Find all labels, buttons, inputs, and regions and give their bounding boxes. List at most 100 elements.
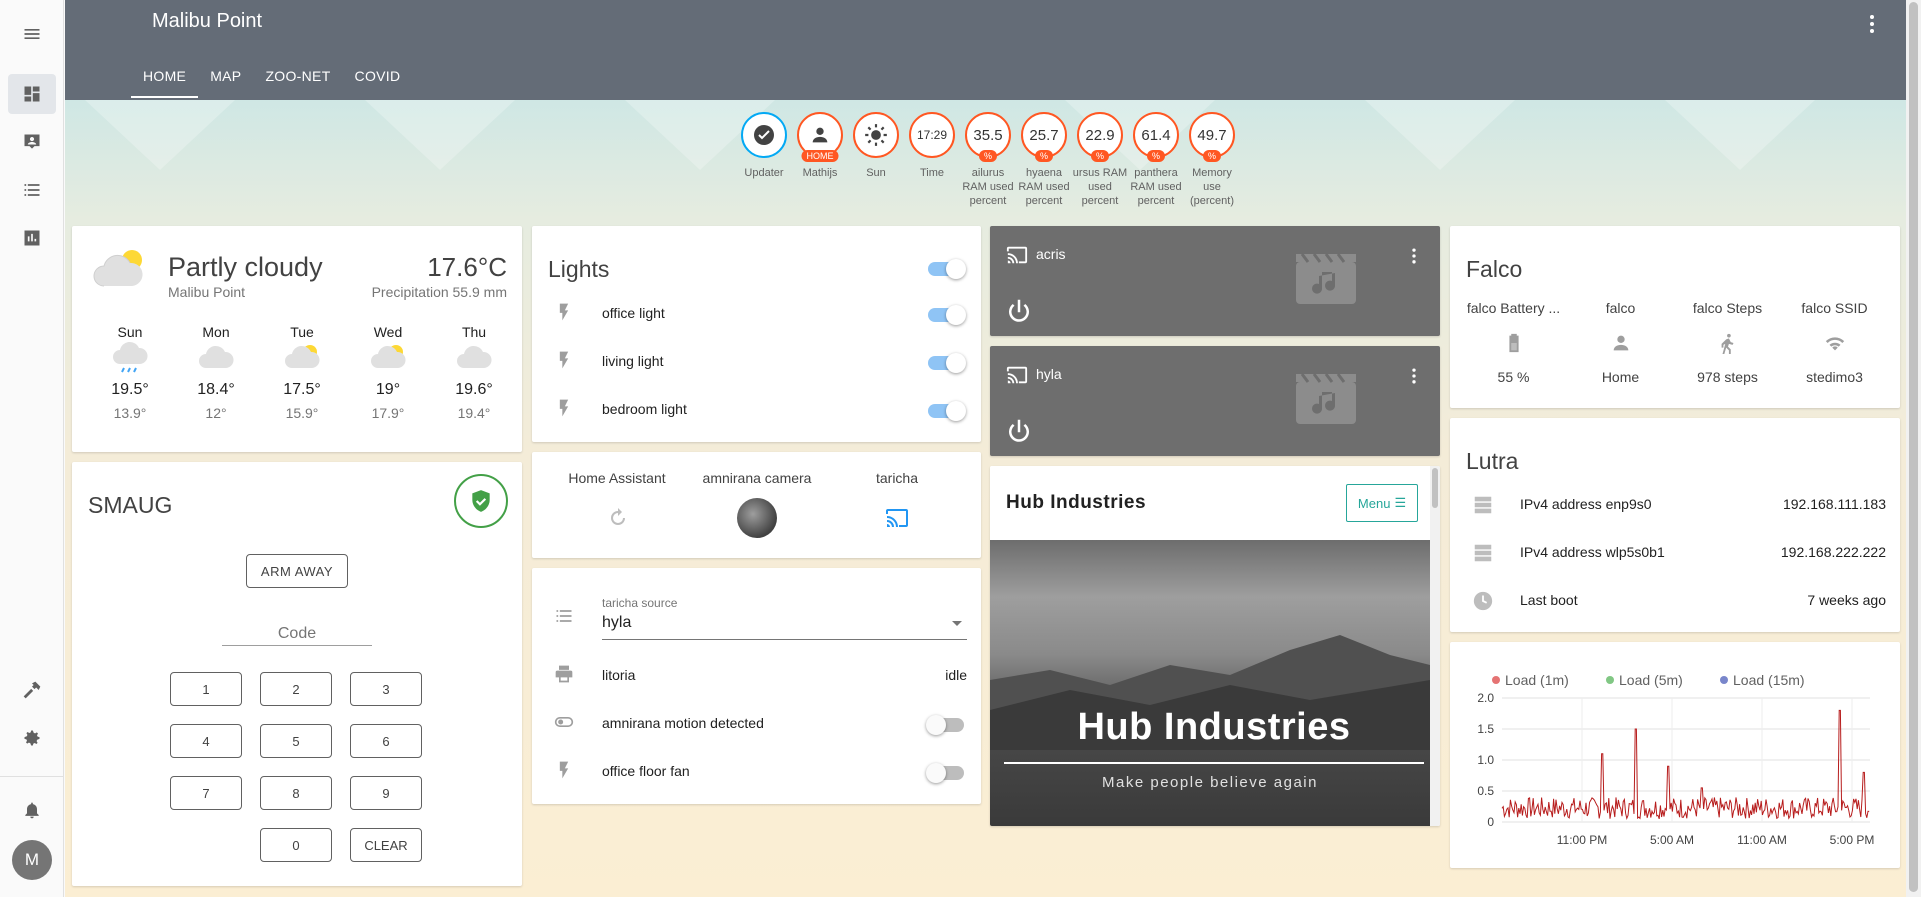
hammer-icon[interactable] [8,670,56,710]
glance-value: 978 steps [1697,369,1758,385]
badge-time[interactable]: 17:29 Time [904,112,960,208]
chart-legend[interactable]: Load (1m) Load (5m) Load (15m) [1492,672,1805,688]
badge-ailurus-ram[interactable]: 35.5% ailurus RAM used percent [960,112,1016,208]
keypad-5-button[interactable]: 5 [260,724,332,758]
camera-avatar[interactable] [737,498,777,538]
source-select[interactable]: hyla [602,612,967,640]
power-icon[interactable] [1004,296,1034,326]
page-scroll-thumb[interactable] [1909,2,1918,892]
chart-x-axis: 11:00 PM 5:00 AM 11:00 AM 5:00 PM [1557,833,1875,847]
y-tick-label: 0.5 [1477,784,1494,798]
legend-label[interactable]: Load (15m) [1733,672,1805,688]
alarm-panel-card: SMAUG ARM AWAY 1 2 3 4 5 6 7 8 9 0 CLEAR [72,462,522,886]
badge-label: Mathijs [802,167,838,179]
hub-hero: Hub Industries Make people believe again [990,540,1430,826]
hub-menu-button[interactable]: Menu ☰ [1346,484,1418,522]
printer-state: idle [945,667,967,683]
alarm-status-icon[interactable] [454,474,508,528]
badge-unit: % [978,150,998,162]
office-light-label: office light [602,305,665,321]
printer-icon [555,665,573,683]
badge-memory-use[interactable]: 49.7% Memory use (percent) [1184,112,1240,208]
office-floor-fan-toggle[interactable] [926,763,964,783]
more-vert-icon[interactable] [1404,366,1424,386]
bell-icon[interactable] [8,790,56,830]
keypad-1-button[interactable]: 1 [170,672,242,706]
iframe-scroll-thumb[interactable] [1432,468,1438,508]
keypad-7-button[interactable]: 7 [170,776,242,810]
badge-value: 17:29 [916,128,948,142]
iframe-scrollbar[interactable] [1430,466,1440,826]
badge-circle: 35.5% [965,112,1011,162]
weather-card[interactable]: Partly cloudy Malibu Point 17.6°C Precip… [72,226,522,452]
badge-panthera-ram[interactable]: 61.4% panthera RAM used percent [1128,112,1184,208]
power-icon[interactable] [1004,416,1034,446]
tab-map[interactable]: MAP [198,58,253,98]
badge-updater[interactable]: Updater [736,112,792,208]
wlp5s0b1-value: 192.168.222.222 [1780,544,1886,560]
badge-ursus-ram[interactable]: 22.9% ursus RAM used percent [1072,112,1128,208]
page-scrollbar[interactable] [1906,0,1921,897]
bedroom-light-toggle[interactable] [928,401,966,421]
chart-icon[interactable] [8,218,56,258]
forecast-day: Mon 18.4° 12° [188,324,244,421]
menu-icon[interactable] [8,14,56,54]
media-player-card[interactable]: hyla [990,346,1440,456]
arm-away-button[interactable]: ARM AWAY [246,554,348,588]
avatar[interactable]: M [12,840,52,880]
music-video-icon [1296,373,1356,424]
tab-covid[interactable]: COVID [343,58,413,98]
alarm-code-input[interactable] [222,622,372,646]
dashboard-icon[interactable] [8,74,56,114]
badge-sun[interactable]: Sun [848,112,904,208]
last-boot-value: 7 weeks ago [1807,592,1886,608]
keypad-0-button[interactable]: 0 [260,828,332,862]
format-list-icon [556,610,572,622]
falco-glance-item[interactable]: falco Steps 978 steps [1674,300,1781,385]
lights-master-toggle[interactable] [928,259,966,279]
iframe-card[interactable]: Hub Industries Menu ☰ Hub Industries Make… [990,466,1440,826]
overflow-menu-icon[interactable] [1860,12,1884,41]
badge-unit: % [1146,150,1166,162]
keypad-2-button[interactable]: 2 [260,672,332,706]
keypad-3-button[interactable]: 3 [350,672,422,706]
falco-glance-item[interactable]: falco Battery ... 55 % [1460,300,1567,385]
falco-glance-item[interactable]: falco Home [1567,300,1674,385]
forecast-low: 12° [205,405,227,421]
legend-label[interactable]: Load (1m) [1505,672,1569,688]
tab-home[interactable]: HOME [131,58,199,98]
keypad-6-button[interactable]: 6 [350,724,422,758]
weather-condition: Partly cloudy [168,252,323,282]
legend-label[interactable]: Load (5m) [1619,672,1683,688]
load-chart: Load (1m) Load (5m) Load (15m) 0 0.5 1.0 1.5 2… [1477,672,1875,847]
badge-mathijs[interactable]: HOME Mathijs [792,112,848,208]
source-select-value: hyla [602,614,632,631]
gear-icon[interactable] [8,718,56,758]
badge-unit: % [1034,150,1054,162]
living-light-toggle[interactable] [928,353,966,373]
badge-hyaena-ram[interactable]: 25.7% hyaena RAM used percent [1016,112,1072,208]
keypad-9-button[interactable]: 9 [350,776,422,810]
keypad-4-button[interactable]: 4 [170,724,242,758]
office-light-toggle[interactable] [928,305,966,325]
falco-glance-item[interactable]: falco SSID stedimo3 [1781,300,1888,385]
cast-icon[interactable] [885,506,909,530]
more-vert-icon[interactable] [1404,246,1424,266]
keypad-8-button[interactable]: 8 [260,776,332,810]
badge-label: ursus RAM used percent [1072,167,1128,207]
badge-label: Sun [866,167,886,179]
glance-value: Home [1601,369,1640,385]
rainy-icon [113,341,148,373]
restart-icon[interactable] [606,506,630,530]
media-player-card[interactable]: acris [990,226,1440,336]
cast-icon [1006,366,1028,384]
keypad-clear-button[interactable]: CLEAR [350,828,422,862]
glance-home-assistant-label: Home Assistant [568,470,666,486]
hub-header: Hub Industries Menu ☰ [990,466,1430,540]
map-account-icon[interactable] [8,122,56,162]
list-icon[interactable] [8,170,56,210]
hub-tagline: Make people believe again [1102,774,1318,791]
tab-zoo-net[interactable]: ZOO-NET [253,58,342,98]
media-player-name: acris [1036,246,1066,262]
motion-detected-toggle[interactable] [926,715,964,735]
